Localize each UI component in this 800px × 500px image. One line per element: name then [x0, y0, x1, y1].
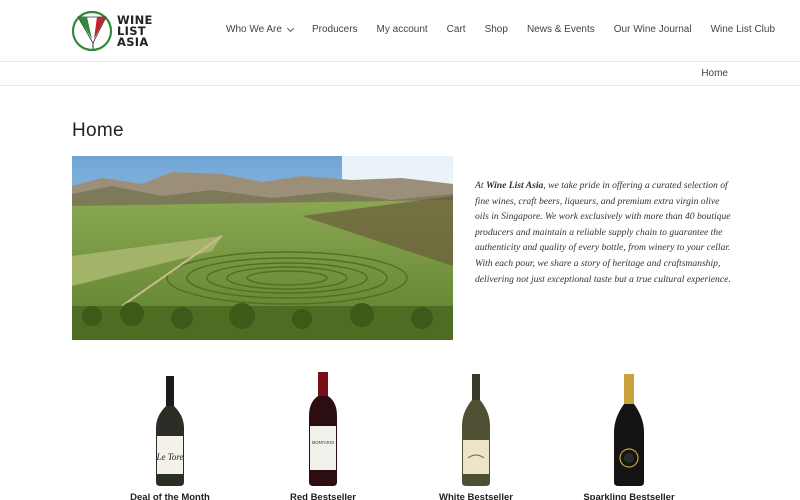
- sparkling-bottle-image[interactable]: [609, 374, 649, 486]
- wine-bottle-image[interactable]: Le Tore: [150, 376, 190, 486]
- brand-wordmark: WINE LIST ASIA: [117, 12, 153, 49]
- site-logo[interactable]: WINE LIST ASIA: [71, 9, 161, 53]
- chevron-down-icon: [286, 24, 294, 32]
- nav-item-wine-journal[interactable]: Our Wine Journal: [614, 24, 692, 35]
- product-deal-of-month[interactable]: Le Tore Deal of the Month: [95, 368, 245, 500]
- bottle-label-text: Le Tore: [155, 452, 183, 462]
- wine-bottle-image[interactable]: MONTARIO: [303, 372, 343, 486]
- nav-item-who-we-are[interactable]: Who We Are: [226, 24, 294, 35]
- bottle-label-text: MONTARIO: [312, 440, 335, 445]
- site-header: WINE LIST ASIA Who We Are Producers My a…: [0, 0, 800, 61]
- product-label[interactable]: Red Bestseller: [248, 492, 398, 500]
- nav-item-producers[interactable]: Producers: [312, 24, 358, 35]
- breadcrumb-bar: Home: [0, 61, 800, 86]
- product-white-bestseller[interactable]: White Bestseller: [401, 368, 551, 500]
- product-label[interactable]: Sparkling Bestseller: [554, 492, 704, 500]
- product-red-bestseller[interactable]: MONTARIO Red Bestseller: [248, 368, 398, 500]
- product-label[interactable]: Deal of the Month: [95, 492, 245, 500]
- page-title: Home: [72, 120, 124, 141]
- wine-glass-logo-icon: [71, 10, 113, 52]
- nav-item-news-events[interactable]: News & Events: [527, 24, 595, 35]
- breadcrumb[interactable]: Home: [701, 68, 728, 79]
- main-nav: Who We Are Producers My account Cart Sho…: [226, 24, 775, 35]
- nav-item-my-account[interactable]: My account: [377, 24, 428, 35]
- nav-item-wine-list-club[interactable]: Wine List Club: [711, 24, 775, 35]
- intro-brand-name: Wine List Asia: [485, 180, 544, 191]
- wine-bottle-image[interactable]: [456, 374, 496, 486]
- vineyard-hero-image: [72, 156, 453, 340]
- intro-paragraph: At Wine List Asia, we take pride in offe…: [475, 180, 731, 285]
- nav-item-cart[interactable]: Cart: [447, 24, 466, 35]
- product-sparkling-bestseller[interactable]: Sparkling Bestseller: [554, 368, 704, 500]
- product-label[interactable]: White Bestseller: [401, 492, 551, 500]
- featured-products: Le Tore Deal of the Month MONTARIO Red B…: [0, 368, 800, 500]
- nav-item-shop[interactable]: Shop: [485, 24, 508, 35]
